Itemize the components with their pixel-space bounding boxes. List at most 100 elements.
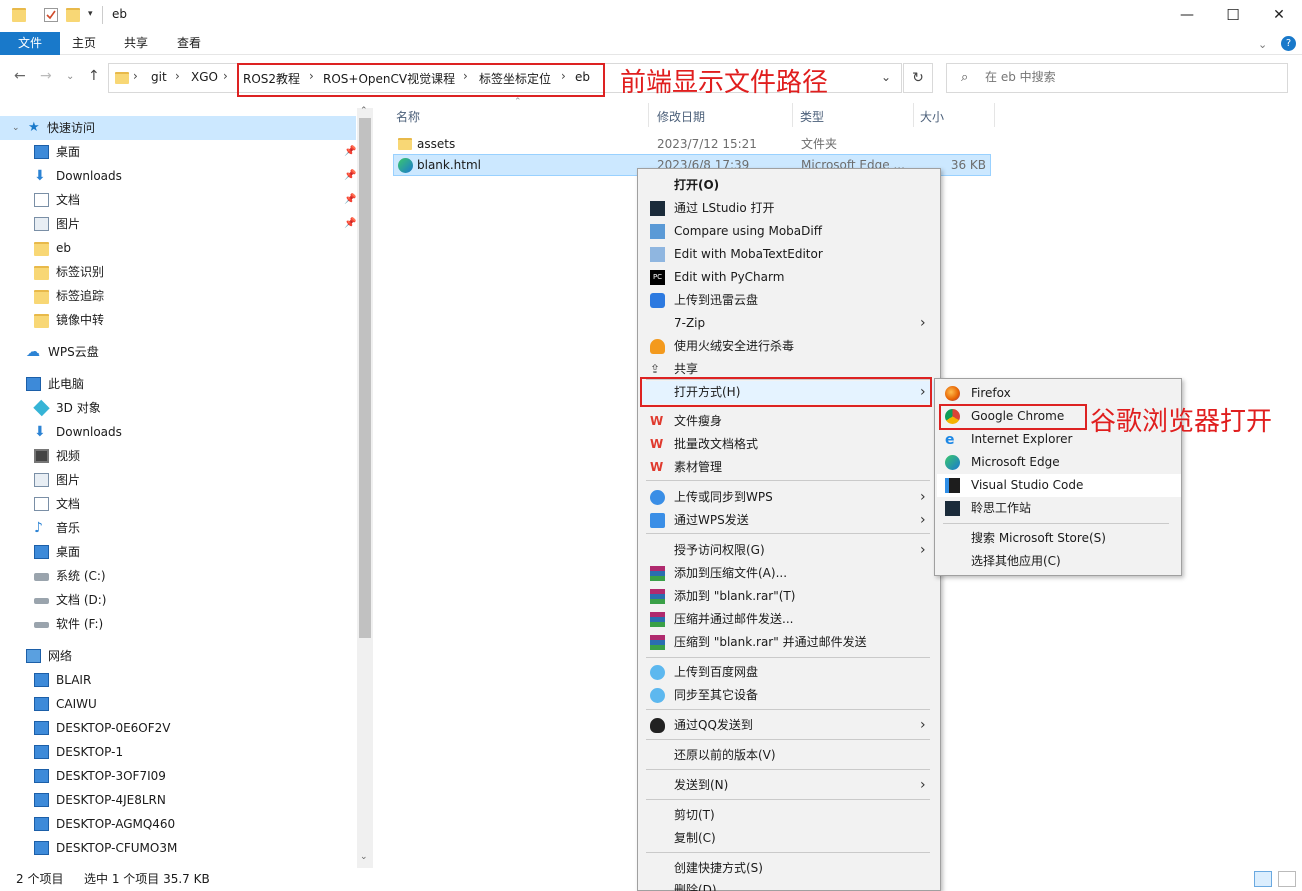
submenu-lisi-workstation[interactable]: 聆思工作站 [937, 497, 1181, 520]
search-input[interactable] [985, 70, 1275, 84]
address-history-icon[interactable]: ⌄ [881, 70, 891, 84]
nav-label: 标签追踪 [56, 289, 105, 303]
menu-label: 压缩并通过邮件发送... [674, 612, 794, 626]
pin-icon: 📌 [344, 146, 357, 157]
menu-mobatexteditor[interactable]: Edit with MobaTextEditor [640, 243, 938, 266]
chevron-down-icon[interactable]: ⌄ [12, 116, 20, 140]
menu-file-slim[interactable]: W 文件瘦身 [640, 410, 938, 433]
crumb-xgo[interactable]: XGO [191, 70, 218, 84]
menu-open[interactable]: 打开(O) [640, 174, 938, 197]
forward-icon[interactable]: → [40, 68, 52, 84]
recent-locations-icon[interactable]: ⌄ [66, 71, 74, 82]
nav-label: CAIWU [56, 697, 97, 711]
menu-restore-versions[interactable]: 还原以前的版本(V) [640, 744, 938, 767]
menu-upload-wps[interactable]: 上传或同步到WPS › [640, 486, 938, 509]
menu-pycharm[interactable]: PC Edit with PyCharm [640, 266, 938, 289]
scroll-down-icon[interactable]: ⌄ [360, 852, 368, 862]
nav-label: DESKTOP-3OF7I09 [56, 769, 166, 783]
column-size[interactable]: 大小 [920, 108, 944, 125]
new-folder-icon[interactable] [66, 8, 80, 22]
menu-cut[interactable]: 剪切(T) [640, 804, 938, 827]
column-divider[interactable] [648, 103, 649, 127]
customize-toolbar-icon[interactable]: ▾ [88, 9, 102, 23]
vscode-icon [945, 478, 960, 493]
up-icon[interactable]: ↑ [88, 68, 100, 84]
lstudio-icon [650, 201, 665, 216]
tab-view[interactable]: 查看 [167, 32, 211, 55]
crumb-git[interactable]: git [151, 70, 167, 84]
download-icon: ⬇ [34, 424, 46, 440]
column-divider[interactable] [994, 103, 995, 127]
submenu-search-store[interactable]: 搜索 Microsoft Store(S) [937, 527, 1181, 550]
menu-xunlei[interactable]: 上传到迅雷云盘 [640, 289, 938, 312]
maximize-button[interactable]: ☐ [1210, 0, 1256, 30]
refresh-button[interactable]: ↻ [903, 63, 933, 93]
menu-label: 还原以前的版本(V) [674, 748, 776, 762]
tab-share[interactable]: 共享 [114, 32, 158, 55]
navigation-pane: ⌄ ★ 快速访问 桌面 📌 ⬇ Downloads 📌 文档 📌 图片 📌 eb… [0, 108, 372, 868]
scrollbar-thumb[interactable] [359, 118, 371, 638]
file-row[interactable]: assets 2023/7/12 15:21 文件夹 [393, 133, 991, 155]
scroll-up-icon[interactable]: ⌃ [360, 106, 368, 116]
crumb-separator: › [133, 69, 138, 83]
mobadiff-icon [650, 224, 665, 239]
ribbon-expand-icon[interactable]: ⌄ [1258, 38, 1267, 51]
minimize-button[interactable]: — [1164, 0, 1210, 30]
folder-icon [34, 266, 49, 280]
details-view-icon[interactable] [1254, 871, 1272, 887]
submenu-microsoft-edge[interactable]: Microsoft Edge [937, 451, 1181, 474]
menu-compress-rar-email[interactable]: 压缩到 "blank.rar" 并通过邮件发送 [640, 631, 938, 654]
menu-add-archive[interactable]: 添加到压缩文件(A)... [640, 562, 938, 585]
column-divider[interactable] [792, 103, 793, 127]
column-date[interactable]: 修改日期 [657, 108, 705, 125]
menu-label: Firefox [971, 386, 1011, 400]
close-button[interactable]: ✕ [1256, 0, 1302, 30]
tab-home[interactable]: 主页 [62, 32, 106, 55]
nav-label: 文档 [56, 193, 81, 207]
menu-add-blank-rar[interactable]: 添加到 "blank.rar"(T) [640, 585, 938, 608]
menu-delete[interactable]: 删除(D) [640, 877, 938, 891]
menu-send-to[interactable]: 发送到(N) › [640, 774, 938, 797]
back-icon[interactable]: ← [14, 68, 26, 84]
menu-label: 复制(C) [674, 831, 716, 845]
submenu-vscode[interactable]: Visual Studio Code [937, 474, 1181, 497]
nav-label: DESKTOP-CFUMO3M [56, 841, 178, 855]
menu-huorong[interactable]: 使用火绒安全进行杀毒 [640, 335, 938, 358]
picture-icon [34, 473, 49, 487]
column-name[interactable]: 名称 [396, 108, 420, 125]
menu-baidu-upload[interactable]: 上传到百度网盘 [640, 661, 938, 684]
tab-file[interactable]: 文件 [0, 32, 60, 55]
nav-label: 网络 [48, 649, 73, 663]
nav-label: 文档 [56, 497, 81, 511]
menu-send-wps[interactable]: 通过WPS发送 › [640, 509, 938, 532]
menu-material-manage[interactable]: W 素材管理 [640, 456, 938, 479]
menu-copy[interactable]: 复制(C) [640, 827, 938, 850]
column-type[interactable]: 类型 [800, 108, 824, 125]
wps-icon: W [650, 437, 664, 451]
submenu-arrow-icon: › [920, 542, 926, 558]
submenu-arrow-icon: › [920, 717, 926, 733]
menu-compress-email[interactable]: 压缩并通过邮件发送... [640, 608, 938, 631]
menu-batch-convert[interactable]: W 批量改文档格式 [640, 433, 938, 456]
search-box[interactable]: ⌕ [946, 63, 1288, 93]
menu-label: 使用火绒安全进行杀毒 [674, 339, 795, 353]
help-icon[interactable]: ? [1281, 36, 1296, 51]
menu-grant-access[interactable]: 授予访问权限(G) › [640, 539, 938, 562]
menu-mobadiff[interactable]: Compare using MobaDiff [640, 220, 938, 243]
menu-open-lstudio[interactable]: 通过 LStudio 打开 [640, 197, 938, 220]
menu-label: Visual Studio Code [971, 478, 1084, 492]
video-icon [34, 449, 49, 463]
cloud-icon: ☁ [26, 344, 40, 360]
menu-7zip[interactable]: 7-Zip › [640, 312, 938, 335]
menu-sync-devices[interactable]: 同步至其它设备 [640, 684, 938, 707]
submenu-choose-other[interactable]: 选择其他应用(C) [937, 550, 1181, 573]
large-icons-view-icon[interactable] [1278, 871, 1296, 887]
column-divider[interactable] [913, 103, 914, 127]
menu-send-qq[interactable]: 通过QQ发送到 › [640, 714, 938, 737]
nav-scrollbar[interactable]: ⌃ ⌄ [357, 106, 373, 868]
document-icon [34, 497, 49, 511]
nav-quick-access[interactable]: ⌄ ★ 快速访问 [0, 116, 356, 140]
properties-icon[interactable] [44, 8, 58, 22]
nav-label: DESKTOP-0E6OF2V [56, 721, 171, 735]
menu-label: 素材管理 [674, 460, 723, 474]
